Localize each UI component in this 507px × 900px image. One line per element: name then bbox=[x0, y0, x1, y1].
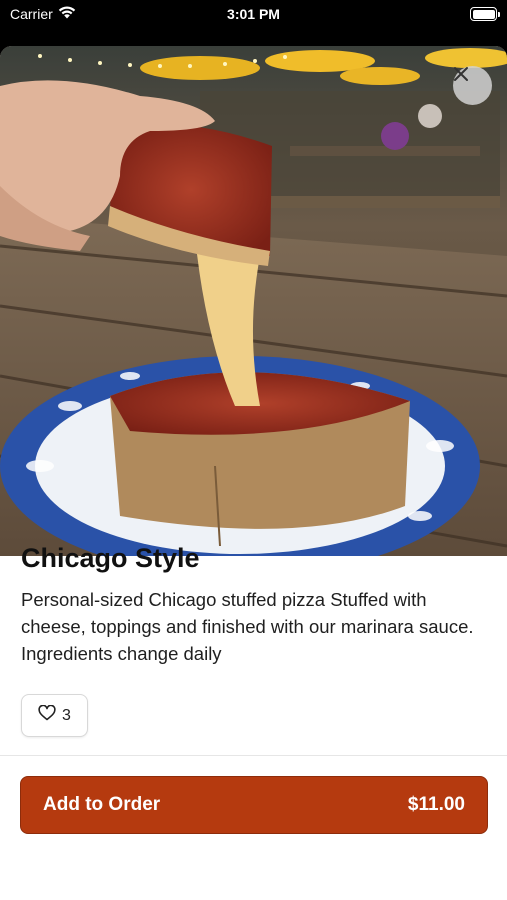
item-title: Chicago Style bbox=[21, 543, 200, 573]
item-detail-sheet: Chicago Style Personal-sized Chicago stu… bbox=[0, 46, 507, 900]
status-bar: Carrier 3:01 PM bbox=[0, 0, 507, 38]
item-description: Personal-sized Chicago stuffed pizza Stu… bbox=[21, 589, 474, 664]
status-time: 3:01 PM bbox=[227, 6, 280, 22]
like-button[interactable]: 3 bbox=[21, 694, 88, 737]
like-count: 3 bbox=[62, 706, 71, 724]
item-photo bbox=[0, 46, 507, 556]
add-to-order-button[interactable]: Add to Order $11.00 bbox=[20, 776, 488, 834]
divider bbox=[0, 755, 507, 756]
heart-icon bbox=[38, 704, 56, 726]
add-to-order-label: Add to Order bbox=[43, 794, 161, 815]
order-price: $11.00 bbox=[407, 794, 465, 815]
close-button[interactable] bbox=[453, 66, 492, 105]
battery-icon bbox=[470, 7, 500, 21]
